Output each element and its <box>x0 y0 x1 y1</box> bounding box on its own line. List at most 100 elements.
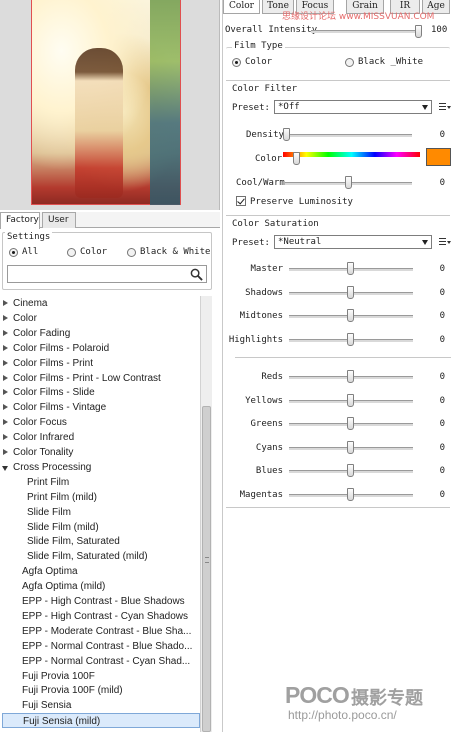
tree-preset[interactable]: Print Film (mild) <box>2 490 200 505</box>
density-track[interactable] <box>285 134 412 137</box>
chevron-right-icon[interactable] <box>3 344 8 351</box>
cool-warm-slider[interactable] <box>345 176 352 189</box>
radio-color[interactable]: Color <box>67 247 107 257</box>
chevron-right-icon[interactable] <box>3 389 8 396</box>
watermark-logo: POCO <box>285 682 350 708</box>
chevron-right-icon[interactable] <box>3 329 8 336</box>
tree-preset[interactable]: Slide Film, Saturated (mild) <box>2 549 200 564</box>
chevron-right-icon[interactable] <box>3 314 8 321</box>
tree-preset[interactable]: EPP - Moderate Contrast - Blue Sha... <box>2 624 200 639</box>
tree-preset[interactable]: EPP - High Contrast - Cyan Shadows <box>2 609 200 624</box>
tree-preset[interactable]: Fuji Sensia (mild) <box>2 713 200 729</box>
shadows-slider[interactable] <box>347 285 354 299</box>
reds-value: 0 <box>439 372 445 382</box>
color-hue-slider[interactable] <box>293 152 300 165</box>
tree-preset[interactable]: Slide Film <box>2 505 200 520</box>
chevron-right-icon[interactable] <box>3 404 8 411</box>
tree-item-label: Color Films - Polaroid <box>13 342 110 354</box>
tree-folder[interactable]: Cross Processing <box>2 460 200 475</box>
tree-folder[interactable]: Color Films - Vintage <box>2 400 200 415</box>
search-icon[interactable] <box>190 268 203 281</box>
tree-preset[interactable]: EPP - Normal Contrast - Blue Shado... <box>2 639 200 654</box>
preset-menu-icon[interactable] <box>439 238 451 247</box>
chevron-down-icon[interactable] <box>2 465 8 471</box>
preset-tree-scrollbar[interactable] <box>200 296 212 732</box>
tree-preset[interactable]: Print Film <box>2 475 200 490</box>
chevron-right-icon[interactable] <box>3 419 8 426</box>
overall-intensity-track[interactable] <box>311 30 421 33</box>
search-input[interactable] <box>7 265 207 283</box>
tab-color[interactable]: Color <box>223 0 260 14</box>
radio-color-label: Color <box>80 247 108 257</box>
tree-item-label: Fuji Provia 100F <box>22 670 95 682</box>
greens-slider[interactable] <box>347 417 354 431</box>
density-slider[interactable] <box>283 128 290 141</box>
tab-user[interactable]: User <box>42 212 76 228</box>
tree-preset[interactable]: Fuji Provia 100F <box>2 669 200 684</box>
chevron-right-icon[interactable] <box>3 374 8 381</box>
tree-folder[interactable]: Color Fading <box>2 326 200 341</box>
tree-folder[interactable]: Color <box>2 311 200 326</box>
overall-intensity-slider[interactable] <box>415 25 422 38</box>
tree-folder[interactable]: Color Focus <box>2 415 200 430</box>
radio-black-white-dot[interactable] <box>127 247 136 257</box>
yellows-label: Yellows <box>245 395 283 406</box>
tree-preset[interactable]: Slide Film, Saturated <box>2 534 200 549</box>
tree-item-label: Color Films - Print - Low Contrast <box>13 372 161 384</box>
color-swatch[interactable] <box>426 148 451 166</box>
yellows-slider[interactable] <box>347 393 354 407</box>
tab-factory[interactable]: Factory <box>0 212 40 229</box>
tree-item-label: Cinema <box>13 298 48 309</box>
tree-folder[interactable]: Color Films - Print <box>2 356 200 371</box>
blues-slider[interactable] <box>347 464 354 478</box>
reds-slider[interactable] <box>347 370 354 383</box>
midtones-slider[interactable] <box>347 309 354 322</box>
preset-menu-icon[interactable] <box>439 103 451 112</box>
scrollbar-thumb[interactable] <box>202 406 211 732</box>
tree-folder[interactable]: Color Tonality <box>2 445 200 460</box>
tree-preset[interactable]: Fuji Sensia <box>2 698 200 713</box>
divider <box>235 357 451 358</box>
tree-item-label: Fuji Provia 100F (mild) <box>22 685 123 697</box>
tree-preset[interactable]: EPP - Normal Contrast - Cyan Shad... <box>2 654 200 669</box>
chevron-right-icon[interactable] <box>3 449 8 455</box>
highlights-slider[interactable] <box>347 332 354 346</box>
radio-film-color[interactable]: Color <box>232 57 272 67</box>
chevron-right-icon[interactable] <box>3 359 8 366</box>
chevron-right-icon[interactable] <box>3 434 8 441</box>
tree-folder[interactable]: Cinema <box>2 296 200 311</box>
color-saturation-preset-value: *Neutral <box>278 237 322 247</box>
tree-preset[interactable]: Fuji Provia 100F (mild) <box>2 683 200 698</box>
radio-film-color-dot[interactable] <box>232 57 241 67</box>
tree-folder[interactable]: Color Films - Polaroid <box>2 341 200 356</box>
color-hue-track[interactable] <box>283 152 420 157</box>
tree-preset[interactable]: Slide Film (mild) <box>2 520 200 535</box>
tree-preset[interactable]: Agfa Optima <box>2 564 200 579</box>
radio-all[interactable]: All <box>9 247 38 257</box>
settings-legend: Settings <box>5 232 53 242</box>
radio-film-bw[interactable]: Black _White <box>345 57 423 67</box>
tree-folder[interactable]: Color Films - Slide <box>2 385 200 400</box>
radio-black-white[interactable]: Black & White <box>127 247 210 257</box>
radio-color-dot[interactable] <box>67 247 76 257</box>
preserve-luminosity-checkbox[interactable] <box>236 196 246 206</box>
tree-item-label: Slide Film (mild) <box>27 521 99 533</box>
chevron-right-icon[interactable] <box>3 300 8 306</box>
tree-preset[interactable]: Agfa Optima (mild) <box>2 579 200 594</box>
cyans-slider[interactable] <box>347 440 354 454</box>
blues-label: Blues <box>255 466 283 477</box>
tree-item-label: Color Films - Print <box>13 357 94 369</box>
color-label: Color <box>255 154 283 164</box>
tree-item-label: Agfa Optima <box>22 566 78 578</box>
tree-preset[interactable]: EPP - High Contrast - Blue Shadows <box>2 594 200 609</box>
master-slider[interactable] <box>347 262 354 275</box>
midtones-value: 0 <box>439 311 445 321</box>
radio-film-bw-dot[interactable] <box>345 57 354 67</box>
color-filter-preset-select[interactable]: *Off <box>274 100 432 114</box>
watermark-url: http://photo.poco.cn/ <box>288 708 397 722</box>
magentas-slider[interactable] <box>347 488 354 501</box>
tree-folder[interactable]: Color Infrared <box>2 430 200 445</box>
color-saturation-preset-select[interactable]: *Neutral <box>274 235 432 249</box>
tree-folder[interactable]: Color Films - Print - Low Contrast <box>2 371 200 386</box>
radio-all-dot[interactable] <box>9 247 18 257</box>
